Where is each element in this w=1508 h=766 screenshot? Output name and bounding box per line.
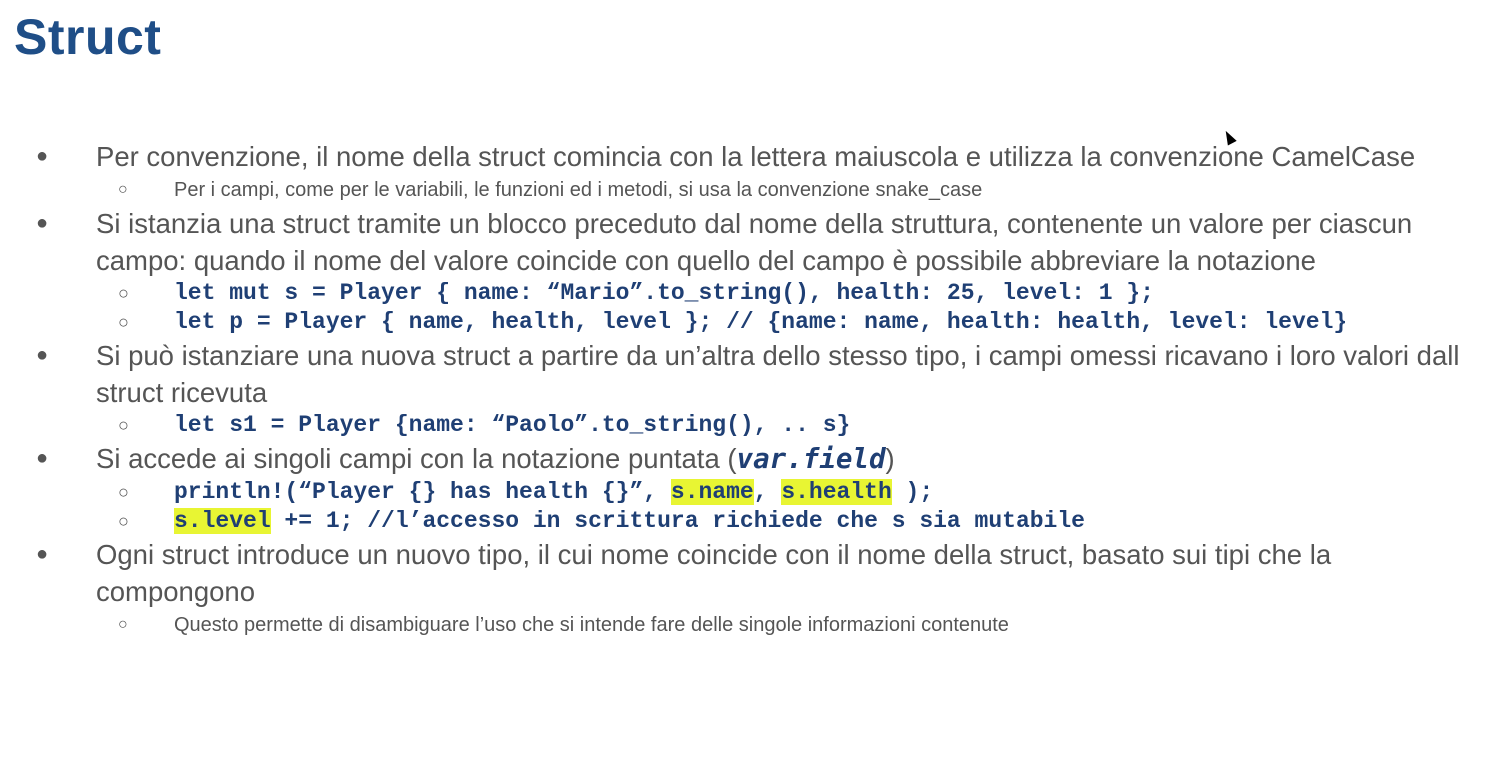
bullet-naming-convention: Per convenzione, il nome della struct co… — [30, 138, 1490, 175]
code-line-shorthand: let p = Player { name, health, level }; … — [30, 308, 1490, 337]
bullet-update-syntax: Si può istanziare una nuova struct a par… — [30, 337, 1490, 411]
slide-title: Struct — [14, 9, 162, 65]
code-line-instantiate-paolo: let s1 = Player {name: “Paolo”.to_string… — [30, 411, 1490, 440]
field-access-close: ) — [885, 443, 895, 474]
field-access-text: Si accede ai singoli campi con la notazi… — [96, 443, 737, 474]
inline-code-var-field: var.field — [736, 443, 886, 475]
bullet-instantiation: Si istanzia una struct tramite un blocco… — [30, 205, 1490, 279]
println-separator: , — [753, 479, 782, 505]
sub-bullet-snake-case: Per i campi, come per le variabili, le f… — [30, 175, 1490, 205]
slide-content: Per convenzione, il nome della struct co… — [30, 138, 1490, 640]
code-line-println: println!(“Player {} has health {}”, s.na… — [30, 478, 1490, 507]
code-line-instantiate-mario: let mut s = Player { name: “Mario”.to_st… — [30, 279, 1490, 308]
println-prefix: println!(“Player {} has health {}”, — [174, 479, 671, 505]
highlight-s-name: s.name — [670, 479, 754, 505]
highlight-s-health: s.health — [781, 479, 892, 505]
sub-bullet-disambiguation: Questo permette di disambiguare l’uso ch… — [30, 610, 1490, 640]
highlight-s-level: s.level — [174, 508, 271, 534]
bullet-field-access: Si accede ai singoli campi con la notazi… — [30, 440, 1490, 478]
println-suffix: ); — [891, 479, 934, 505]
code-line-level-increment: s.level += 1; //l’accesso in scrittura r… — [30, 507, 1490, 536]
level-increment-rest: += 1; //l’accesso in scrittura richiede … — [270, 508, 1085, 534]
bullet-new-type: Ogni struct introduce un nuovo tipo, il … — [30, 536, 1490, 610]
